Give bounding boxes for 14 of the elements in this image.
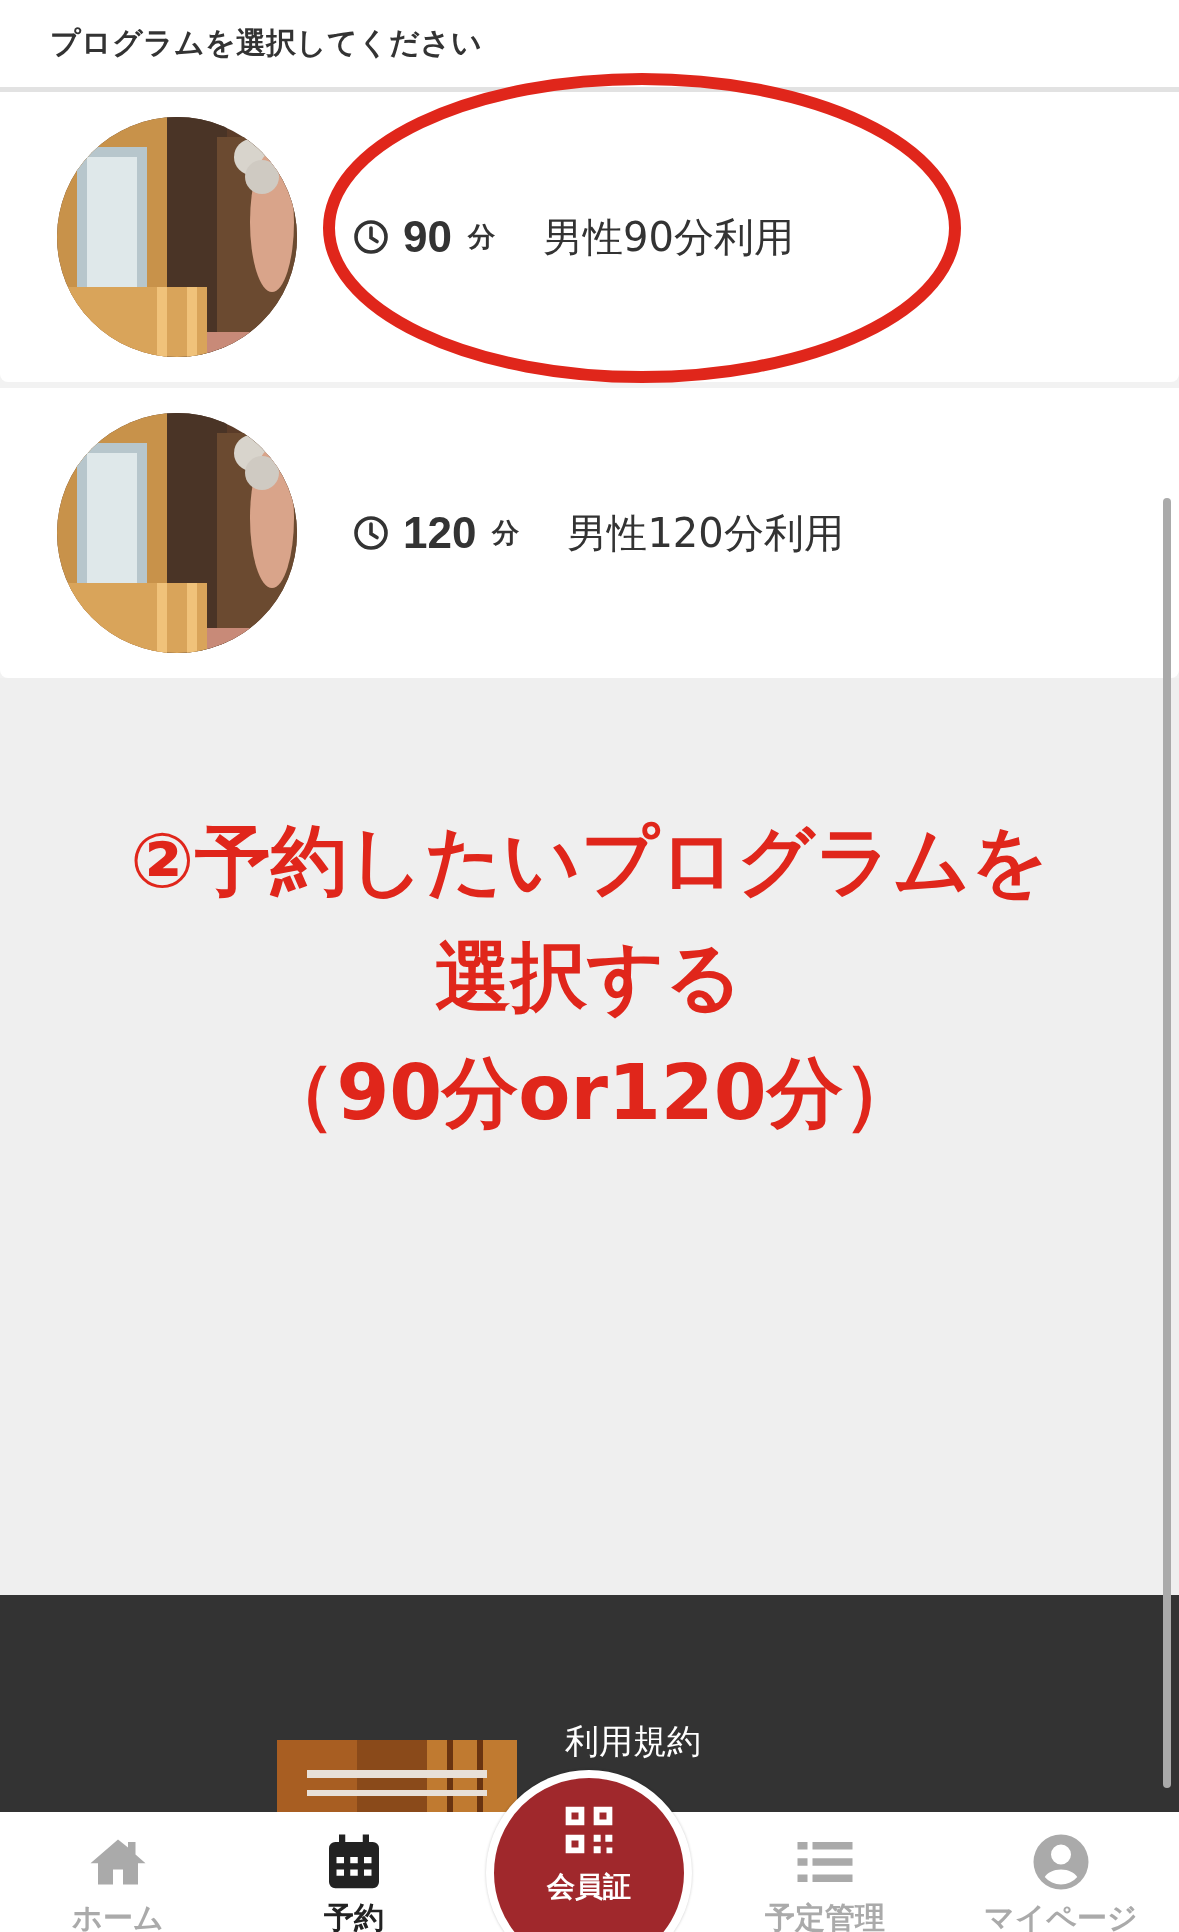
duration: 90 — [403, 212, 452, 262]
clock-icon — [353, 515, 389, 551]
duration-unit: 分 — [467, 220, 495, 254]
duration: 120 — [403, 508, 477, 558]
page-title: プログラムを選択してください — [50, 24, 482, 62]
calendar-tab[interactable]: 予約 — [235, 1812, 472, 1932]
program-card[interactable]: 90 分 男性90分利用 — [0, 92, 1179, 382]
annotation-text: ②予約したいプログラムを 選択する （90分or120分） — [130, 815, 1049, 1139]
terms-link[interactable]: 利用規約 — [565, 1722, 701, 1760]
clock-icon — [353, 219, 389, 255]
program-card[interactable]: 120 分 男性120分利用 — [0, 388, 1179, 678]
program-name: 男性90分利用 — [542, 212, 794, 262]
program-name: 男性120分利用 — [567, 508, 844, 558]
duration-unit: 分 — [492, 516, 520, 550]
